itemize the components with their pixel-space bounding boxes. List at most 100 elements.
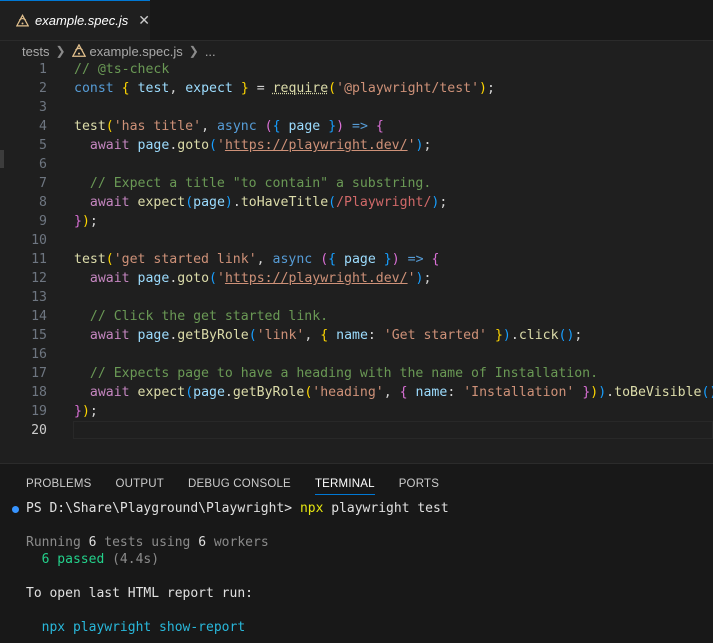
line-number: 14 (31, 309, 47, 324)
code-line[interactable]: 19}); (0, 402, 713, 421)
line-number: 2 (39, 81, 47, 96)
tab-output[interactable]: OUTPUT (116, 474, 164, 494)
code-token: // Expect a title "to contain" a substri… (89, 176, 432, 191)
code-token: goto (177, 271, 210, 286)
code-line[interactable]: 8 await expect(page).toHaveTitle(/Playwr… (0, 193, 713, 212)
code-token: page (288, 119, 321, 134)
tab-terminal[interactable]: TERMINAL (314, 474, 375, 495)
code-token: ) (336, 119, 345, 134)
code-token: 'has title' (113, 119, 202, 134)
code-token: require (272, 81, 329, 96)
code-line[interactable]: 1 // @ts-check (0, 60, 713, 79)
code-line[interactable]: 3 (0, 98, 713, 117)
line-number: 15 (31, 328, 47, 343)
tab-example-spec[interactable]: example.spec.js ✕ (0, 0, 150, 40)
code-token: => (407, 252, 424, 267)
code-text: // Click the get started link. (74, 307, 328, 326)
terminal-prompt: PS D:\Share\Playground\Playwright> (26, 501, 300, 516)
code-token: } (383, 252, 392, 267)
code-token: ) (81, 404, 90, 419)
code-text: // Expects page to have a heading with t… (74, 364, 598, 383)
code-line[interactable]: 12 await page.goto('https://playwright.d… (0, 269, 713, 288)
code-editor[interactable]: 1 // @ts-check 2 const { test, expect } = r… (0, 60, 713, 440)
line-number: 3 (39, 100, 47, 115)
code-token: page (137, 138, 170, 153)
breadcrumb-file[interactable]: example.spec.js (90, 44, 183, 59)
code-token: expect (137, 385, 186, 400)
code-token: ' (216, 271, 225, 286)
code-line[interactable]: 7 // Expect a title "to contain" a subst… (0, 174, 713, 193)
code-token: => (352, 119, 368, 134)
command-status-dot-icon[interactable] (12, 506, 19, 513)
line-number: 1 (39, 62, 47, 77)
breadcrumb-folder[interactable]: tests (22, 44, 49, 59)
code-token: test (74, 252, 106, 267)
code-line[interactable]: 20 (0, 421, 713, 440)
code-line[interactable]: 18 await expect(page.getByRole('heading'… (0, 383, 713, 402)
line-number: 10 (31, 233, 47, 248)
code-line[interactable]: 11 test('get started link', async ({ page… (0, 250, 713, 269)
code-line[interactable]: 2 const { test, expect } = require('@play… (0, 79, 713, 98)
code-token: getByRole (177, 328, 249, 343)
code-token: ) (391, 252, 400, 267)
warning-file-icon (71, 44, 86, 57)
line-number: 20 (31, 423, 47, 438)
code-token: 'Get started' (383, 328, 487, 343)
code-token: toHaveTitle (240, 195, 329, 210)
terminal-running-line: Running 6 tests using 6 workers (26, 534, 269, 552)
code-token: name (336, 328, 368, 343)
code-token: ( (328, 81, 337, 96)
terminal-report-message: To open last HTML report run: (26, 586, 253, 601)
code-token: page (137, 328, 170, 343)
code-token: , (201, 119, 217, 134)
line-number: 12 (31, 271, 47, 286)
code-line[interactable]: 17 // Expects page to have a heading wit… (0, 364, 713, 383)
code-line[interactable]: 15 await page. getByRole('link', { name: … (0, 326, 713, 345)
code-token: ) (502, 328, 511, 343)
code-token: () (558, 328, 575, 343)
line-number: 4 (39, 119, 47, 134)
tab-debug-console[interactable]: DEBUG CONSOLE (188, 474, 291, 494)
code-token: : (447, 385, 464, 400)
line-number: 18 (31, 385, 47, 400)
code-line[interactable]: 9}); (0, 212, 713, 231)
code-token: ) (598, 385, 607, 400)
code-token: ( (185, 385, 194, 400)
breadcrumb-more[interactable]: ... (205, 44, 216, 59)
code-token: ) (224, 195, 233, 210)
code-token: test (74, 119, 106, 134)
tab-problems[interactable]: PROBLEMS (26, 474, 92, 494)
terminal-cmd-npx: npx (299, 501, 324, 516)
code-line[interactable]: 5 await page.goto('https://playwright.de… (0, 136, 713, 155)
code-token: page (344, 252, 376, 267)
close-icon[interactable]: ✕ (138, 12, 150, 29)
code-token: { (121, 81, 130, 96)
tab-label: example.spec.js (35, 13, 129, 28)
code-line[interactable]: 4 test('has title', async ({ page }) => { (0, 117, 713, 136)
code-token: ; (574, 328, 583, 343)
line-number: 17 (31, 366, 47, 381)
code-line[interactable]: 14 // Click the get started link. (0, 307, 713, 326)
code-line[interactable]: 10 (0, 231, 713, 250)
line-number: 7 (39, 176, 47, 191)
code-token: expect (185, 81, 233, 96)
code-token: . (224, 385, 233, 400)
code-line[interactable]: 6 (0, 155, 713, 174)
code-token: , (256, 252, 273, 267)
tab-ports[interactable]: PORTS (399, 474, 439, 494)
code-line[interactable]: 16 (0, 345, 713, 364)
code-token: () (701, 385, 713, 400)
code-line[interactable]: 13 (0, 288, 713, 307)
